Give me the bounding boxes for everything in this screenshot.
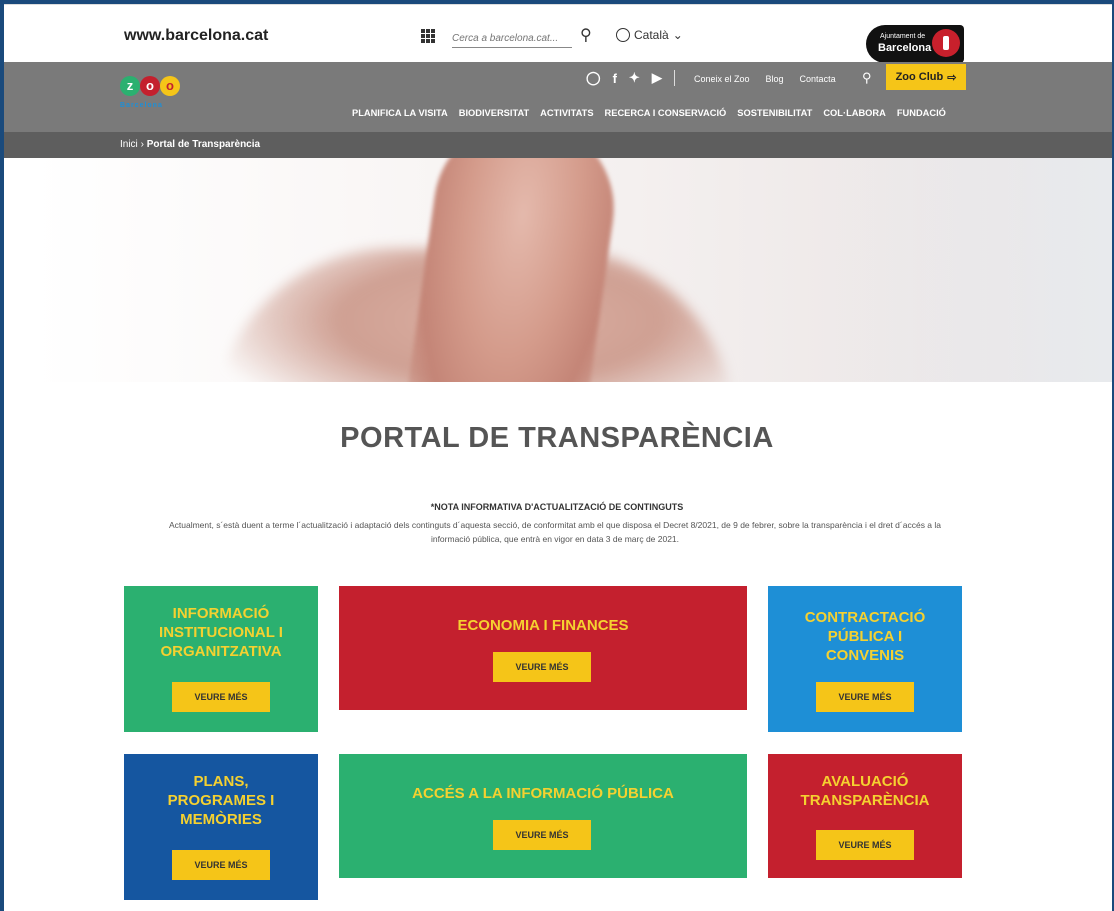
breadcrumb-separator: › bbox=[140, 139, 144, 150]
main-nav: PLANIFICA LA VISITA BIODIVERSITAT ACTIVI… bbox=[352, 108, 946, 118]
logo-word: Barcelona bbox=[120, 102, 163, 109]
breadcrumb: Inici › Portal de Transparència bbox=[4, 132, 1112, 158]
barcelona-url-link[interactable]: www.barcelona.cat bbox=[124, 27, 268, 45]
breadcrumb-home[interactable]: Inici bbox=[120, 139, 138, 150]
card-avaluacio-transparencia[interactable]: AVALUACIÓ TRANSPARÈNCIA VEURE MÉS bbox=[768, 754, 962, 878]
nav-planifica-visita[interactable]: PLANIFICA LA VISITA bbox=[352, 108, 448, 118]
card-economia-finances[interactable]: ECONOMIA I FINANCES VEURE MÉS bbox=[339, 586, 747, 710]
veure-mes-button[interactable]: VEURE MÉS bbox=[493, 820, 591, 850]
twitter-icon[interactable]: ✦ bbox=[629, 70, 640, 86]
card-contractacio-publica[interactable]: CONTRACTACIÓ PÚBLICA I CONVENIS VEURE MÉ… bbox=[768, 586, 962, 732]
logo-letter-o1: o bbox=[140, 76, 160, 96]
zoo-header: z o o Barcelona ◯ f ✦ ▶ Coneix el Zoo Bl… bbox=[4, 62, 1112, 132]
language-selector[interactable]: Català ⌄ bbox=[616, 28, 683, 42]
link-blog[interactable]: Blog bbox=[766, 74, 784, 84]
barcelona-shield-icon bbox=[932, 29, 960, 57]
barcelona-top-bar: www.barcelona.cat ⚲ Català ⌄ Ajuntament … bbox=[4, 4, 1112, 63]
logo-letter-o2: o bbox=[160, 76, 180, 96]
youtube-icon[interactable]: ▶ bbox=[652, 70, 662, 86]
nav-activitats[interactable]: ACTIVITATS bbox=[540, 108, 593, 118]
card-informacio-institucional[interactable]: INFORMACIÓ INSTITUCIONAL I ORGANITZATIVA… bbox=[124, 586, 318, 732]
hero-image bbox=[34, 158, 1112, 382]
veure-mes-button[interactable]: VEURE MÉS bbox=[172, 850, 270, 880]
card-title: CONTRACTACIÓ PÚBLICA I CONVENIS bbox=[804, 609, 926, 664]
instagram-icon[interactable]: ◯ bbox=[586, 70, 601, 86]
card-title: PLANS, PROGRAMES I MEMÒRIES bbox=[167, 773, 275, 828]
language-label: Català bbox=[634, 28, 669, 42]
zoo-logo[interactable]: z o o Barcelona bbox=[120, 76, 200, 122]
card-title: ECONOMIA I FINANCES bbox=[457, 617, 629, 634]
veure-mes-button[interactable]: VEURE MÉS bbox=[816, 682, 914, 712]
zoo-club-button[interactable]: Zoo Club ⇨ bbox=[886, 64, 966, 90]
card-acces-informacio[interactable]: ACCÉS A LA INFORMACIÓ PÚBLICA VEURE MÉS bbox=[339, 754, 747, 878]
link-contacta[interactable]: Contacta bbox=[800, 74, 836, 84]
veure-mes-button[interactable]: VEURE MÉS bbox=[816, 830, 914, 860]
nav-biodiversitat[interactable]: BIODIVERSITAT bbox=[459, 108, 529, 118]
nav-fundacio[interactable]: FUNDACIÓ bbox=[897, 108, 946, 118]
zoo-search-icon[interactable]: ⚲ bbox=[862, 70, 872, 86]
note-title: *NOTA INFORMATIVA D'ACTUALITZACIÓ DE CON… bbox=[430, 502, 684, 512]
nav-col-labora[interactable]: COL·LABORA bbox=[823, 108, 886, 118]
ajuntament-logo[interactable]: Ajuntament de Barcelona bbox=[866, 25, 964, 63]
finger-shape bbox=[402, 158, 626, 382]
chevron-down-icon: ⌄ bbox=[672, 28, 683, 42]
hero-light bbox=[832, 158, 1112, 382]
facebook-icon[interactable]: f bbox=[613, 71, 617, 86]
card-title: ACCÉS A LA INFORMACIÓ PÚBLICA bbox=[412, 785, 674, 802]
login-icon: ⇨ bbox=[947, 71, 957, 84]
ajuntament-small-label: Ajuntament de bbox=[880, 33, 926, 40]
globe-icon bbox=[616, 28, 630, 42]
zoo-club-label: Zoo Club bbox=[895, 71, 944, 83]
breadcrumb-current: Portal de Transparència bbox=[146, 139, 261, 150]
ajuntament-big-label: Barcelona bbox=[878, 42, 932, 54]
page-title: PORTAL DE TRANSPARÈNCIA bbox=[340, 422, 774, 454]
note-text: Actualment, s´està duent a terme l´actua… bbox=[168, 520, 942, 544]
top-links: Coneix el Zoo Blog Contacta bbox=[694, 74, 836, 84]
nav-recerca-conservacio[interactable]: RECERCA I CONSERVACIÓ bbox=[605, 108, 727, 118]
logo-letter-z: z bbox=[120, 76, 140, 96]
veure-mes-button[interactable]: VEURE MÉS bbox=[172, 682, 270, 712]
card-title: AVALUACIÓ TRANSPARÈNCIA bbox=[800, 773, 930, 809]
search-icon[interactable]: ⚲ bbox=[580, 25, 592, 45]
apps-grid-icon[interactable] bbox=[421, 29, 435, 43]
social-links: ◯ f ✦ ▶ bbox=[586, 70, 675, 86]
barcelona-search-input[interactable] bbox=[452, 29, 572, 48]
card-plans-programes[interactable]: PLANS, PROGRAMES I MEMÒRIES VEURE MÉS bbox=[124, 754, 318, 900]
veure-mes-button[interactable]: VEURE MÉS bbox=[493, 652, 591, 682]
card-title: INFORMACIÓ INSTITUCIONAL I ORGANITZATIVA bbox=[159, 605, 283, 660]
link-coneix-zoo[interactable]: Coneix el Zoo bbox=[694, 74, 750, 84]
divider bbox=[673, 70, 675, 86]
nav-sostenibilitat[interactable]: SOSTENIBILITAT bbox=[737, 108, 812, 118]
